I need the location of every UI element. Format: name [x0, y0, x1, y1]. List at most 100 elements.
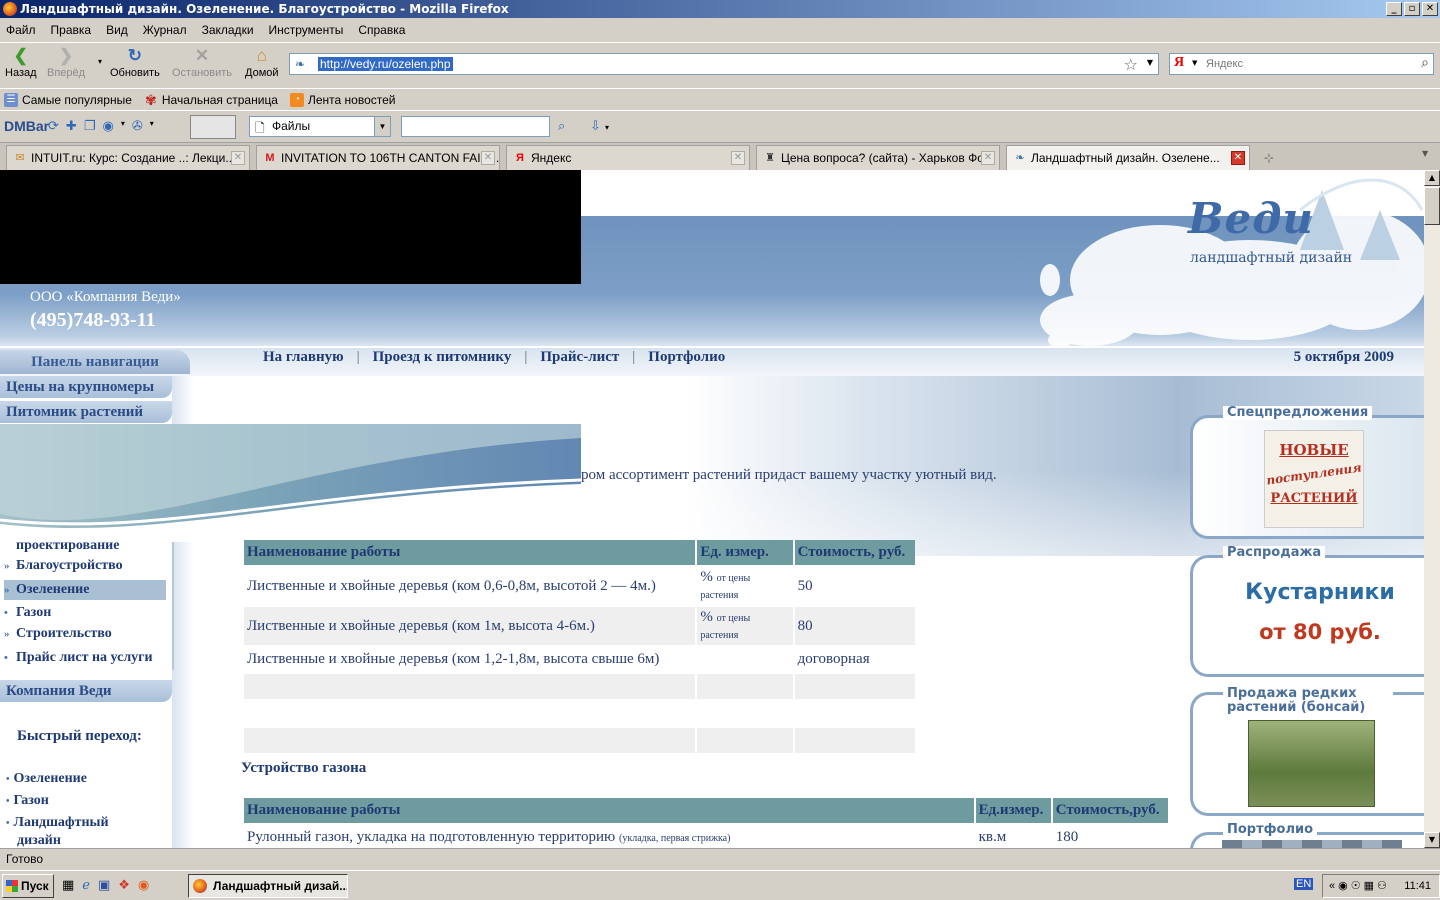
portfolio-thumbnails[interactable]: [1222, 840, 1402, 848]
sidebar-sub-landscaping[interactable]: » Благоустройство: [4, 558, 123, 574]
sidebar-sub-services-price[interactable]: • Прайс лист на услуги: [4, 650, 153, 666]
sale-shrubs-link[interactable]: Кустарники: [1216, 580, 1424, 605]
start-button[interactable]: Пуск: [2, 874, 54, 898]
reload-button[interactable]: ↻ Обновить: [110, 47, 160, 80]
close-button[interactable]: ✕: [1422, 2, 1438, 16]
dm-hand-widget[interactable]: [190, 115, 236, 139]
taskbar-firefox-window[interactable]: Ландшафтный дизай...: [188, 874, 348, 898]
tab-list-icon[interactable]: ▼: [1422, 149, 1436, 165]
sidebar-item-company[interactable]: Компания Веди: [0, 680, 172, 702]
chevron-down-icon: »: [4, 628, 10, 640]
sidebar-sub-construction[interactable]: » Строительство: [4, 626, 112, 642]
ie-icon[interactable]: ℯ: [82, 878, 90, 893]
apps-icon[interactable]: ❖: [118, 878, 130, 893]
home-button[interactable]: ⌂ Домой: [245, 47, 279, 80]
tray-icons[interactable]: «◉☉▦⚇: [1329, 875, 1390, 897]
save-icon[interactable]: ▣: [98, 878, 110, 893]
sale-price[interactable]: от 80 руб.: [1216, 620, 1424, 644]
tab-intuit[interactable]: ✉ INTUIT.ru: Курс: Создание ..: Лекци...…: [6, 145, 250, 170]
menu-help[interactable]: Справка: [358, 23, 405, 37]
menu-edit[interactable]: Правка: [51, 23, 92, 37]
nav-directions-link[interactable]: Проезд к питомнику: [373, 349, 512, 366]
quick-link-greening[interactable]: • Озеленение: [6, 771, 87, 787]
menu-history[interactable]: Журнал: [143, 23, 187, 37]
menu-file[interactable]: Файл: [6, 23, 36, 37]
dm-dropdown-icon[interactable]: ▾: [150, 119, 154, 134]
yandex-engine-icon[interactable]: Я: [1174, 55, 1184, 71]
search-icon[interactable]: ⌕: [1421, 55, 1429, 71]
bookmark-most-visited[interactable]: ☰ Самые популярные: [4, 92, 132, 107]
bookmark-news-feed[interactable]: ◔ Лента новостей: [289, 92, 395, 107]
url-bar[interactable]: ❧ http://vedy.ru/ozelen.php ☆ ▼: [289, 53, 1159, 75]
bookmark-star-icon[interactable]: ☆: [1124, 55, 1138, 74]
menu-bookmarks[interactable]: Закладки: [202, 23, 254, 37]
menu-view[interactable]: Вид: [106, 23, 128, 37]
most-visited-icon: ☰: [4, 92, 18, 107]
quick-link-lawn[interactable]: • Газон: [6, 793, 49, 809]
logo-title[interactable]: Веди: [1188, 194, 1314, 243]
stop-icon: ✕: [194, 46, 210, 65]
dm-globe-icon[interactable]: ◉: [102, 119, 113, 134]
tab-close-icon[interactable]: ✕: [481, 151, 495, 165]
stop-button[interactable]: ✕ Остановить: [172, 46, 232, 80]
gmail-favicon: M: [265, 152, 275, 164]
minimize-button[interactable]: _: [1386, 2, 1402, 16]
new-tab-button[interactable]: ⊹: [1255, 147, 1283, 169]
row-name: Рулонный газон, укладка на подготовленну…: [244, 825, 974, 848]
site-favicon: ❧: [295, 57, 306, 71]
bullet-icon: •: [4, 607, 8, 619]
tab-landscape-active[interactable]: ❧ Ландшафтный дизайн. Озелене... ✕: [1006, 145, 1250, 171]
language-indicator[interactable]: EN: [1294, 878, 1314, 890]
page-scrollbar[interactable]: ▲ ▼: [1424, 170, 1440, 848]
firefox-launch-icon[interactable]: ◉: [138, 878, 149, 893]
sidebar-sub-design[interactable]: проектирование: [4, 538, 119, 554]
dm-add-icon[interactable]: ✚: [66, 119, 77, 134]
select-arrow-icon[interactable]: ▼: [374, 117, 390, 136]
tab-close-icon[interactable]: ✕: [731, 151, 745, 165]
scroll-thumb[interactable]: [1424, 187, 1440, 225]
tab-gmail[interactable]: M INVITATION TO 106TH CANTON FAIR. ... ✕: [256, 145, 500, 170]
tab-yandex[interactable]: Я Яндекс ✕: [506, 145, 750, 170]
scroll-down-icon[interactable]: ▼: [1424, 832, 1440, 848]
forward-button[interactable]: ❯ Вперёд: [47, 47, 85, 80]
url-dropdown-icon[interactable]: ▼: [1147, 58, 1153, 67]
calculator-icon[interactable]: ▦: [62, 878, 74, 893]
sidebar-sub-greening-active[interactable]: » Озеленение: [4, 580, 166, 600]
quick-link-landscape-cont[interactable]: дизайн: [17, 833, 61, 848]
dm-windows-icon[interactable]: ❐: [84, 119, 96, 134]
tab-cena-voprosa[interactable]: ♜ Цена вопроса? (сайта) - Харьков Фо... …: [756, 145, 1000, 170]
tab-close-icon[interactable]: ✕: [981, 151, 995, 165]
maximize-button[interactable]: ▫: [1404, 2, 1420, 16]
dm-download-icon[interactable]: ⇩ ▾: [590, 119, 609, 134]
table-row: Лиственные и хвойные деревья (ком 0,6-0,…: [244, 567, 915, 605]
engine-dropdown-icon[interactable]: ▼: [1192, 59, 1197, 67]
tab-close-icon[interactable]: ✕: [1231, 151, 1245, 165]
new-arrivals-banner[interactable]: НОВЫЕ поступления РАСТЕНИЙ: [1264, 430, 1364, 528]
menu-tools[interactable]: Инструменты: [269, 23, 344, 37]
nav-portfolio-link[interactable]: Портфолио: [648, 349, 725, 366]
yandex-favicon: Я: [516, 152, 524, 164]
dm-dropdown-icon[interactable]: ▾: [121, 119, 125, 134]
sidebar-sub-lawn[interactable]: • Газон: [4, 605, 51, 621]
bonsai-image[interactable]: [1248, 720, 1375, 807]
tab-close-icon[interactable]: ✕: [231, 151, 245, 165]
dm-search-go-icon[interactable]: ⌕: [558, 119, 565, 134]
back-button[interactable]: ❮ Назад: [5, 47, 37, 80]
sidebar-item-nursery[interactable]: Питомник растений: [0, 401, 172, 423]
url-text[interactable]: http://vedy.ru/ozelen.php: [318, 57, 453, 71]
search-box[interactable]: Я ▼ Яндекс ⌕: [1169, 53, 1434, 75]
nav-price-list-link[interactable]: Прайс-лист: [540, 349, 619, 366]
files-select[interactable]: 🗋 Файлы ▼: [249, 116, 391, 137]
dmbar-logo[interactable]: DMBar: [4, 118, 49, 134]
dm-icon-group: ⟳ ✚ ❐ ◉ ▾ ✇ ▾: [48, 119, 154, 134]
sidebar-item-large-trees-prices[interactable]: Цены на крупномеры: [0, 376, 172, 398]
bookmark-home-page[interactable]: ✾ Начальная страница: [144, 93, 278, 107]
dm-tools-icon[interactable]: ✇: [132, 119, 143, 134]
back-history-dropdown[interactable]: ▾: [98, 57, 102, 66]
dm-refresh-icon[interactable]: ⟳: [48, 119, 59, 134]
scroll-up-icon[interactable]: ▲: [1424, 170, 1440, 186]
nav-home-link[interactable]: На главную: [263, 349, 344, 366]
quick-link-landscape[interactable]: • Ландшафтный: [6, 815, 109, 831]
dm-search-input[interactable]: [401, 116, 550, 137]
bookmark-label: Начальная страница: [161, 92, 278, 107]
